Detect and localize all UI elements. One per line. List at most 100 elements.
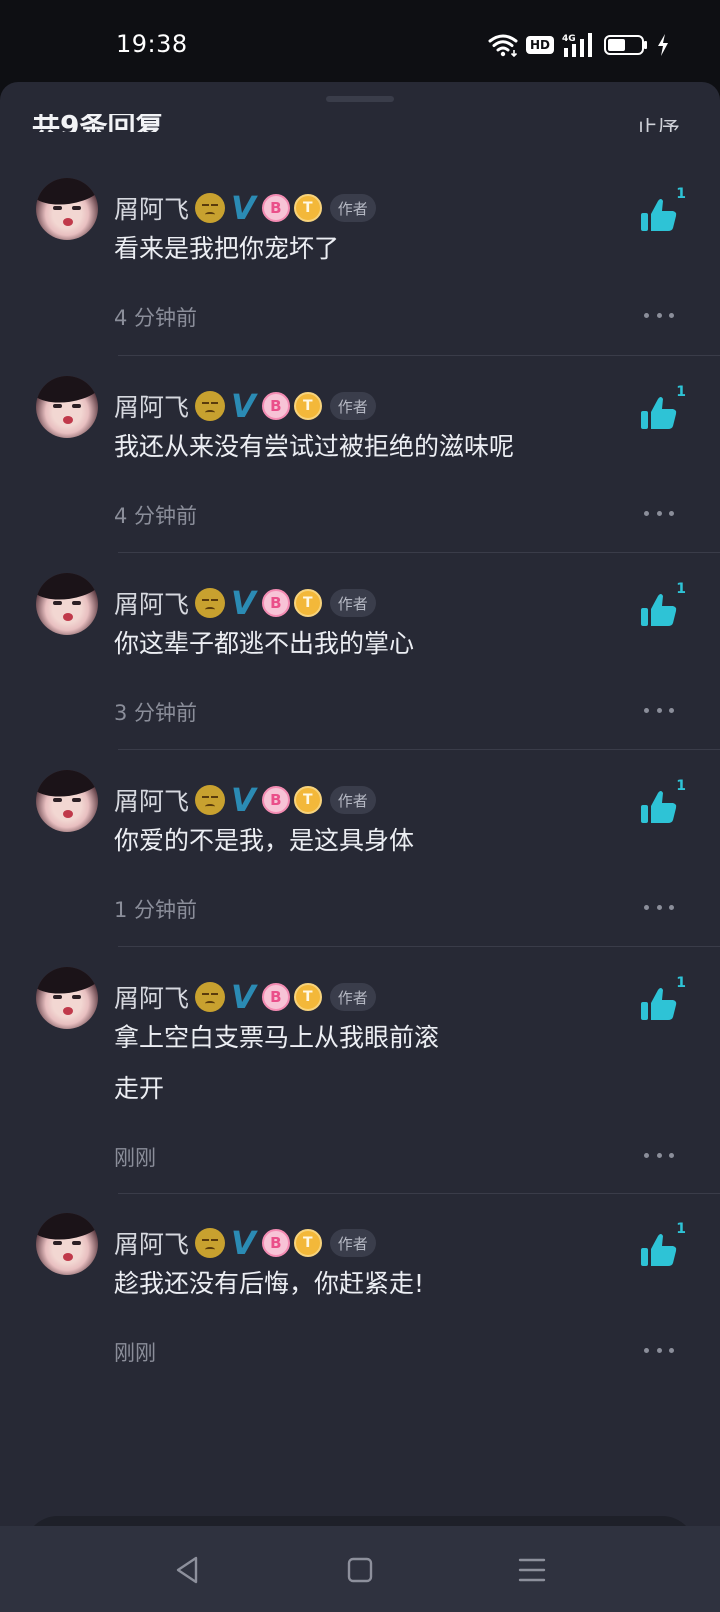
comment-header: 屑阿飞 V B T 作者 (114, 190, 376, 226)
unamused-emoji-icon (195, 1228, 226, 1258)
sheet-drag-handle[interactable] (326, 96, 394, 102)
battery-icon (604, 35, 647, 55)
avatar[interactable] (36, 967, 98, 1029)
thumbs-up-icon[interactable] (638, 985, 682, 1025)
signal-4g-icon: 4G (562, 33, 592, 57)
author-name[interactable]: 屑阿飞 (114, 585, 189, 621)
verified-v-icon: V (231, 781, 256, 819)
comment-text: 我还从来没有尝试过被拒绝的滋味呢 (114, 432, 515, 461)
comment-divider (118, 946, 720, 947)
more-options-icon[interactable] (644, 1150, 674, 1160)
thumbs-up-icon[interactable] (638, 196, 682, 236)
charging-icon (658, 34, 668, 56)
author-tag: 作者 (329, 589, 376, 617)
verified-v-icon: V (231, 1224, 256, 1262)
more-options-icon[interactable] (644, 310, 674, 320)
svg-text:4G: 4G (562, 34, 576, 44)
verified-v-icon: V (231, 189, 256, 227)
like-count: 1 (676, 384, 686, 400)
author-name[interactable]: 屑阿飞 (114, 782, 189, 818)
pink-fan-badge-icon: B (261, 194, 290, 222)
more-options-icon[interactable] (644, 902, 674, 912)
author-name[interactable]: 屑阿飞 (114, 190, 189, 226)
comment-text: 趁我还没有后悔，你赶紧走! (114, 1269, 425, 1298)
avatar[interactable] (36, 1213, 98, 1275)
like-count: 1 (676, 1221, 686, 1237)
gold-level-badge-icon: T (293, 194, 322, 222)
avatar[interactable] (36, 376, 98, 438)
avatar[interactable] (36, 178, 98, 240)
thumbs-up-icon[interactable] (638, 394, 682, 434)
unamused-emoji-icon (195, 785, 226, 815)
author-name[interactable]: 屑阿飞 (114, 1225, 189, 1261)
author-name[interactable]: 屑阿飞 (114, 388, 189, 424)
comment-divider (118, 355, 720, 356)
comment-time: 4 分钟前 (114, 504, 198, 528)
comment-time: 3 分钟前 (114, 701, 198, 725)
comment-time: 4 分钟前 (114, 306, 198, 330)
comment-text: 看来是我把你宠坏了 (114, 234, 340, 263)
thumbs-up-icon[interactable] (638, 1231, 682, 1271)
comment-time: 1 分钟前 (114, 898, 198, 922)
more-options-icon[interactable] (644, 705, 674, 715)
verified-v-icon: V (231, 584, 256, 622)
pink-fan-badge-icon: B (261, 786, 290, 814)
unamused-emoji-icon (195, 193, 226, 223)
comment-divider (118, 749, 720, 750)
status-icons: HD 4G (488, 30, 670, 60)
back-icon[interactable] (168, 1550, 208, 1590)
comment-text: 走开 (114, 1074, 165, 1103)
gold-level-badge-icon: T (293, 589, 322, 617)
gold-level-badge-icon: T (293, 786, 322, 814)
comment-header: 屑阿飞 V B T 作者 (114, 388, 376, 424)
more-options-icon[interactable] (644, 508, 674, 518)
avatar[interactable] (36, 573, 98, 635)
comment-text: 拿上空白支票马上从我眼前滚 (114, 1023, 440, 1052)
comment-text: 你这辈子都逃不出我的掌心 (114, 629, 415, 658)
author-tag: 作者 (329, 983, 376, 1011)
gold-level-badge-icon: T (293, 392, 322, 420)
thumbs-up-icon[interactable] (638, 591, 682, 631)
more-options-icon[interactable] (644, 1345, 674, 1355)
comment-header: 屑阿飞 V B T 作者 (114, 979, 376, 1015)
unamused-emoji-icon (195, 588, 226, 618)
comment-header: 屑阿飞 V B T 作者 (114, 1225, 376, 1261)
comment-time: 刚刚 (114, 1341, 156, 1365)
author-tag: 作者 (329, 1229, 376, 1257)
comment-divider (118, 1193, 720, 1194)
status-time: 19:38 (116, 30, 188, 58)
hd-icon: HD (525, 36, 554, 54)
gold-level-badge-icon: T (293, 983, 322, 1011)
sheet-header: 共9条回复 正序 (0, 82, 720, 132)
like-count: 1 (676, 186, 686, 202)
home-icon[interactable] (340, 1550, 380, 1590)
pink-fan-badge-icon: B (261, 983, 290, 1011)
comment-text: 你爱的不是我，是这具身体 (114, 826, 415, 855)
comment-time: 刚刚 (114, 1146, 156, 1170)
comment-header: 屑阿飞 V B T 作者 (114, 782, 376, 818)
system-nav-bar (0, 1526, 720, 1612)
verified-v-icon: V (231, 387, 256, 425)
status-bar: 19:38 HD 4G (0, 0, 720, 82)
avatar[interactable] (36, 770, 98, 832)
pink-fan-badge-icon: B (261, 1229, 290, 1257)
author-name[interactable]: 屑阿飞 (114, 979, 189, 1015)
pink-fan-badge-icon: B (261, 392, 290, 420)
like-count: 1 (676, 778, 686, 794)
unamused-emoji-icon (195, 391, 226, 421)
like-count: 1 (676, 975, 686, 991)
comment-header: 屑阿飞 V B T 作者 (114, 585, 376, 621)
comment-divider (118, 552, 720, 553)
sort-toggle[interactable]: 正序 (636, 118, 680, 132)
unamused-emoji-icon (195, 982, 226, 1012)
gold-level-badge-icon: T (293, 1229, 322, 1257)
verified-v-icon: V (231, 978, 256, 1016)
comment-input-bar[interactable] (24, 1516, 696, 1526)
author-tag: 作者 (329, 194, 376, 222)
recent-apps-icon[interactable] (512, 1550, 552, 1590)
thumbs-up-icon[interactable] (638, 788, 682, 828)
comment-input[interactable] (24, 1516, 696, 1526)
wifi-icon (488, 34, 518, 57)
pink-fan-badge-icon: B (261, 589, 290, 617)
like-count: 1 (676, 581, 686, 597)
